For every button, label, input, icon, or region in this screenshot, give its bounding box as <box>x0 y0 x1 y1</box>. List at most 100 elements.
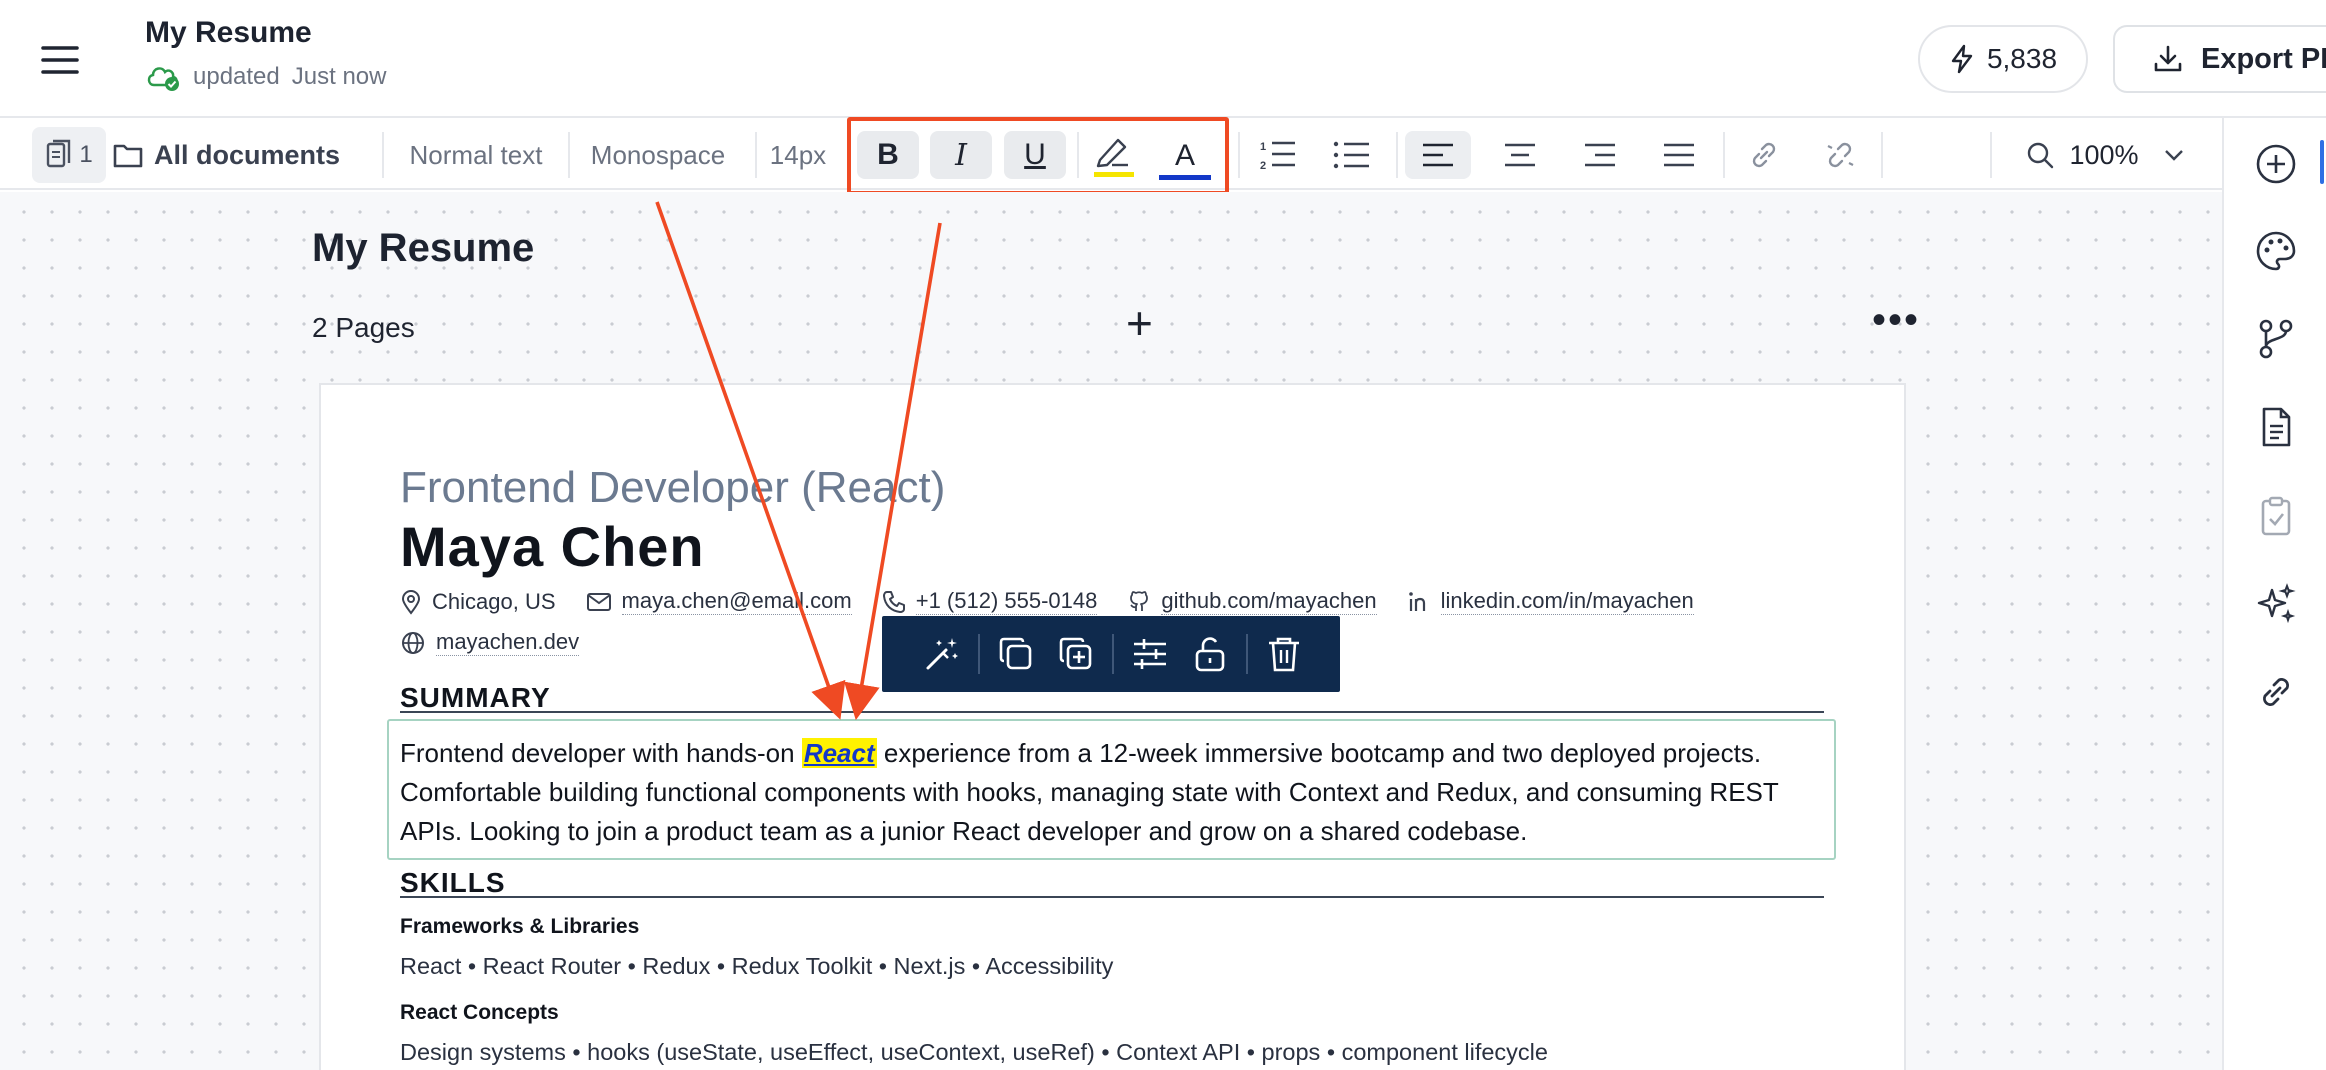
font-family-select[interactable]: Monospace <box>582 120 734 190</box>
float-divider <box>1112 634 1114 674</box>
toolbar-divider <box>1723 132 1725 178</box>
add-section-button[interactable] <box>2250 138 2302 190</box>
text-style-select[interactable]: Normal text <box>396 120 556 190</box>
active-indicator <box>2320 140 2324 184</box>
duplicate-button[interactable] <box>1046 624 1106 684</box>
summary-heading: SUMMARY <box>400 682 551 713</box>
pages-label: 2 Pages <box>312 312 415 343</box>
save-status: updated Just now <box>145 62 386 92</box>
svg-text:2: 2 <box>1260 160 1266 172</box>
unlock-icon <box>1195 637 1225 672</box>
review-button[interactable] <box>2250 490 2302 542</box>
copy-icon <box>999 637 1032 670</box>
skill-group-items[interactable]: Design systems • hooks (useState, useEff… <box>400 1039 1548 1066</box>
document-icon <box>2262 407 2291 447</box>
contact-phone[interactable]: +1 (512) 555-0148 <box>882 588 1098 615</box>
unlink-icon <box>1827 142 1854 168</box>
pages-toggle[interactable]: 1 <box>32 127 106 183</box>
align-justify-button[interactable] <box>1649 120 1709 190</box>
export-label: Export PDF <box>2201 42 2326 75</box>
align-left-button[interactable] <box>1408 120 1468 190</box>
bullet-list-icon <box>1333 141 1369 169</box>
more-options-button[interactable]: ••• <box>1872 300 1920 340</box>
delete-block-button[interactable] <box>1254 624 1314 684</box>
contact-email[interactable]: maya.chen@email.com <box>586 588 852 615</box>
contact-value: linkedin.com/in/mayachen <box>1440 588 1694 615</box>
align-center-button[interactable] <box>1490 120 1550 190</box>
numbered-list-button[interactable]: 1 2 <box>1248 120 1308 190</box>
all-documents-label: All documents <box>154 139 341 170</box>
search-icon <box>2028 142 2054 169</box>
link-icon <box>1752 142 1776 168</box>
summary-text-before: Frontend developer with hands-on <box>400 738 802 768</box>
remove-link-button[interactable] <box>1810 120 1870 190</box>
branch-icon <box>2259 319 2293 359</box>
contact-linkedin[interactable]: linkedin.com/in/mayachen <box>1407 588 1694 615</box>
contact-website[interactable]: mayachen.dev <box>400 629 580 656</box>
zoom-select[interactable]: 100% <box>2010 120 2200 190</box>
settings-sliders-icon <box>1134 639 1166 669</box>
ai-assist-button[interactable] <box>2250 578 2302 630</box>
contact-location[interactable]: Chicago, US <box>400 588 556 615</box>
copy-button[interactable] <box>986 624 1046 684</box>
save-time: Just now <box>291 63 387 90</box>
phone-icon <box>882 590 905 613</box>
font-size-select[interactable]: 14px <box>764 120 832 190</box>
link-icon <box>2263 678 2289 706</box>
add-page-button[interactable]: + <box>1126 300 1153 346</box>
add-icon <box>2256 144 2296 184</box>
summary-keyword[interactable]: React <box>801 738 877 768</box>
unlock-button[interactable] <box>1180 624 1240 684</box>
summary-text[interactable]: Frontend developer with hands-on React e… <box>400 734 1820 851</box>
share-link-button[interactable] <box>2250 666 2302 718</box>
magic-wand-icon <box>926 638 958 670</box>
theme-button[interactable] <box>2250 225 2302 277</box>
float-divider <box>1246 634 1248 674</box>
credits-button[interactable]: 5,838 <box>1918 25 2088 93</box>
resume-role[interactable]: Frontend Developer (React) <box>400 463 945 513</box>
bullet-list-button[interactable] <box>1322 120 1382 190</box>
credits-count: 5,838 <box>1986 43 2058 74</box>
skill-group-title: React Concepts <box>400 1001 559 1024</box>
document-title[interactable]: My Resume <box>145 16 312 50</box>
align-center-icon <box>1505 143 1535 167</box>
toolbar-divider <box>755 132 757 178</box>
contact-value: maya.chen@email.com <box>621 588 852 615</box>
contact-value: +1 (512) 555-0148 <box>915 588 1098 615</box>
skill-group-items[interactable]: React • React Router • Redux • Redux Too… <box>400 953 1113 980</box>
align-right-button[interactable] <box>1570 120 1630 190</box>
globe-icon <box>402 631 424 654</box>
all-documents-button[interactable]: All documents <box>112 120 362 190</box>
github-icon <box>1130 590 1149 611</box>
export-pdf-button[interactable]: Export PDF <box>2113 25 2326 93</box>
skill-group-title: Frameworks & Libraries <box>400 915 640 938</box>
palette-icon <box>2256 231 2296 271</box>
folder-icon <box>113 144 143 168</box>
app-header: My Resume updated Just now 5,838 Export P… <box>0 0 2326 118</box>
block-settings-button[interactable] <box>1120 624 1180 684</box>
canvas-title: My Resume <box>312 226 535 270</box>
contact-github[interactable]: github.com/mayachen <box>1127 588 1377 615</box>
contact-value: Chicago, US <box>432 588 556 614</box>
annotation-highlight-box <box>847 117 1229 195</box>
ai-rewrite-button[interactable] <box>912 624 972 684</box>
skills-heading: SKILLS <box>400 867 506 898</box>
toolbar-divider <box>1396 132 1398 178</box>
skills-rule <box>400 896 1824 898</box>
page-count: 1 <box>79 141 93 168</box>
versions-button[interactable] <box>2250 313 2302 365</box>
clipboard-check-icon <box>2261 496 2291 536</box>
pages-icon <box>47 139 71 168</box>
svg-text:1: 1 <box>1260 141 1266 153</box>
toolbar-divider <box>382 132 384 178</box>
document-button[interactable] <box>2250 401 2302 453</box>
menu-icon[interactable] <box>40 40 80 80</box>
mail-icon <box>586 592 611 611</box>
insert-link-button[interactable] <box>1734 120 1794 190</box>
duplicate-icon <box>1059 637 1092 670</box>
resume-name[interactable]: Maya Chen <box>400 514 705 579</box>
cloud-check-icon <box>147 67 179 91</box>
sparkles-icon <box>2257 583 2296 624</box>
block-action-toolbar <box>882 616 1340 692</box>
contact-value: github.com/mayachen <box>1161 588 1377 615</box>
